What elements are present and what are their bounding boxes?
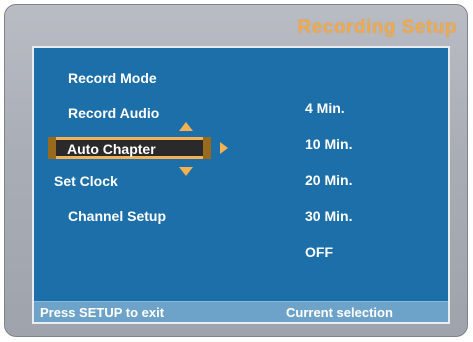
osd-frame: Recording Setup Record Mode Record Audio… <box>4 4 468 337</box>
option-4-min[interactable]: 4 Min. <box>305 100 345 116</box>
current-selection-label: Current selection <box>286 305 393 320</box>
status-bar: Press SETUP to exit Current selection <box>34 301 448 322</box>
exit-hint: Press SETUP to exit <box>40 305 165 320</box>
selection-edge-right <box>203 137 211 159</box>
menu-item-channel-setup[interactable]: Channel Setup <box>68 208 166 224</box>
right-arrow-icon[interactable] <box>220 142 228 154</box>
menu-item-auto-chapter[interactable]: Auto Chapter <box>48 137 211 159</box>
option-off[interactable]: OFF <box>305 244 333 260</box>
option-30-min[interactable]: 30 Min. <box>305 208 352 224</box>
up-arrow-icon[interactable] <box>179 122 193 131</box>
option-10-min[interactable]: 10 Min. <box>305 136 352 152</box>
menu-item-set-clock[interactable]: Set Clock <box>54 173 118 189</box>
menu-item-record-audio[interactable]: Record Audio <box>68 105 159 121</box>
selection-edge-left <box>48 137 56 159</box>
menu-item-record-mode[interactable]: Record Mode <box>68 70 157 86</box>
menu-item-label: Auto Chapter <box>67 141 156 157</box>
page-title: Recording Setup <box>297 17 457 38</box>
settings-panel: Record Mode Record Audio Auto Chapter Se… <box>32 46 450 324</box>
down-arrow-icon[interactable] <box>179 167 193 176</box>
option-20-min[interactable]: 20 Min. <box>305 172 352 188</box>
